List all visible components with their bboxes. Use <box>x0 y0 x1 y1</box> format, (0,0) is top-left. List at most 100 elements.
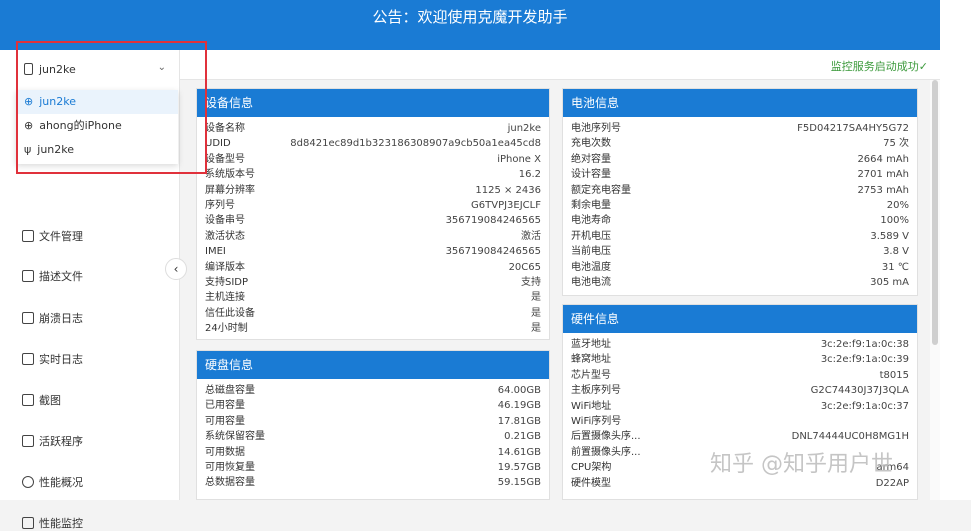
info-row: 后置摄像头序... DNL74444UC0H8MG1H <box>571 429 909 444</box>
info-row: 电池寿命 100% <box>571 213 909 228</box>
info-row: 信任此设备 是 <box>205 306 541 321</box>
info-value: 1125 × 2436 <box>475 184 541 196</box>
info-row: WiFi序列号 <box>571 414 909 429</box>
sidebar-item-label: 崩溃日志 <box>39 312 83 325</box>
device-option[interactable]: ⊕ ahong的iPhone <box>16 114 178 138</box>
sidebar-item-label: 截图 <box>39 394 61 407</box>
disk-info-panel: 硬盘信息 总磁盘容量 64.00GB 已用容量 46.19GB 可用容量 17.81GB 系… <box>196 350 550 500</box>
monitor-status: 监控服务启动成功✓ <box>830 60 928 73</box>
info-key: 总数据容量 <box>205 477 255 489</box>
collapse-sidebar-button[interactable]: ‹ <box>165 258 187 280</box>
sidebar-item-realtime-logs[interactable]: 实时日志 <box>22 351 83 367</box>
info-key: 芯片型号 <box>571 369 611 381</box>
info-value: 356719084246565 <box>445 215 541 227</box>
info-key: 编译版本 <box>205 261 245 273</box>
folder-icon <box>22 230 34 242</box>
device-option[interactable]: ⊕ jun2ke <box>16 90 178 114</box>
info-row: WiFi地址 3c:2e:f9:1a:0c:37 <box>571 399 909 414</box>
phone-icon <box>24 63 33 75</box>
chevron-down-icon[interactable]: ⌄ <box>158 62 166 73</box>
info-row: 蓝牙地址 3c:2e:f9:1a:0c:38 <box>571 337 909 352</box>
info-value: 356719084246565 <box>445 246 541 258</box>
info-key: 设备型号 <box>205 153 245 165</box>
performance-icon <box>22 476 34 488</box>
info-key: 剩余电量 <box>571 199 611 211</box>
info-key: 设备串号 <box>205 215 245 227</box>
info-value: 64.00GB <box>497 385 541 396</box>
realtime-log-icon <box>22 353 34 365</box>
info-value: 3.589 V <box>870 230 909 242</box>
announcement-banner: 公告：欢迎使用克魔开发助手 <box>0 0 940 50</box>
info-key: IMEI <box>205 246 226 258</box>
info-row: 设备型号 iPhone X <box>205 152 541 167</box>
globe-icon: ⊕ <box>24 119 34 132</box>
info-key: 设备名称 <box>205 123 245 134</box>
info-value: 20% <box>886 199 909 211</box>
info-value: 100% <box>880 215 909 227</box>
device-option[interactable]: ψ jun2ke <box>16 138 178 162</box>
info-key: 开机电压 <box>571 230 611 242</box>
info-row: 总磁盘容量 64.00GB <box>205 383 541 398</box>
announcement-text: 公告：欢迎使用克魔开发助手 <box>372 8 568 26</box>
sidebar-item-label: 活跃程序 <box>39 435 83 448</box>
info-key: 电池寿命 <box>571 215 611 227</box>
info-key: 屏幕分辨率 <box>205 184 255 196</box>
info-row: UDID 8d8421ec89d1b323186308907a9cb50a1ea4… <box>205 136 541 151</box>
globe-icon: ⊕ <box>24 95 34 108</box>
info-row: 充电次数 75 次 <box>571 136 909 151</box>
crash-log-icon <box>22 312 34 324</box>
info-value: 14.61GB <box>497 446 541 458</box>
sidebar-item-monitor[interactable]: 性能监控 <box>22 515 83 531</box>
info-row: 编译版本 20C65 <box>205 260 541 275</box>
info-value: iPhone X <box>497 153 541 165</box>
page-margin <box>940 0 971 500</box>
info-key: 蜂窝地址 <box>571 354 611 366</box>
sidebar-item-label: 实时日志 <box>39 353 83 366</box>
sidebar-item-performance[interactable]: 性能概况 <box>22 474 83 490</box>
device-info-rows: 设备名称 jun2ke UDID 8d8421ec89d1b323186308907a… <box>197 117 549 336</box>
device-select-value: jun2ke <box>39 62 76 76</box>
info-value: 16.2 <box>518 169 541 181</box>
info-value: 2664 mAh <box>857 153 909 165</box>
info-value: 0.21GB <box>504 431 541 443</box>
battery-info-rows: 电池序列号 F5D04217SA4HY5G72 充电次数 75 次绝对容量 2664 m… <box>563 117 917 290</box>
info-row: 开机电压 3.589 V <box>571 229 909 244</box>
info-key: 绝对容量 <box>571 153 611 165</box>
info-row: 电池序列号 F5D04217SA4HY5G72 <box>571 121 909 136</box>
info-value: 19.57GB <box>497 461 541 473</box>
info-value: 3c:2e:f9:1a:0c:38 <box>820 339 909 350</box>
panel-title: 设备信息 <box>197 89 549 117</box>
info-key: 激活状态 <box>205 230 245 242</box>
info-row: 激活状态 激活 <box>205 229 541 244</box>
info-row: 序列号 G6TVPJ3EJCLF <box>205 198 541 213</box>
info-key: 额定充电容量 <box>571 184 631 196</box>
panel-title: 硬件信息 <box>563 305 917 333</box>
info-row: 可用恢复量 19.57GB <box>205 460 541 475</box>
monitor-icon <box>22 517 34 529</box>
scrollbar-thumb[interactable] <box>932 80 938 345</box>
device-info-panel: 设备信息 设备名称 jun2ke UDID 8d8421ec89d1b32318630… <box>196 88 550 340</box>
info-key: 充电次数 <box>571 138 611 150</box>
battery-info-panel: 电池信息 电池序列号 F5D04217SA4HY5G72 充电次数 75 次绝对容量 2… <box>562 88 918 296</box>
info-row: 蜂窝地址 3c:2e:f9:1a:0c:39 <box>571 352 909 367</box>
main-scrollbar[interactable] <box>930 80 940 500</box>
device-dropdown: ⊕ jun2ke ⊕ ahong的iPhone ψ jun2ke <box>16 90 178 164</box>
info-value: 激活 <box>521 230 541 242</box>
sidebar-item-crash-logs[interactable]: 崩溃日志 <box>22 310 83 326</box>
info-key: 设计容量 <box>571 169 611 181</box>
device-select[interactable]: jun2ke ⌄ <box>16 56 178 82</box>
sidebar-item-profiles[interactable]: 描述文件 <box>22 268 83 284</box>
info-key: 电池序列号 <box>571 123 621 134</box>
info-value: G2C74430J37J3QLA <box>810 385 909 397</box>
info-key: WiFi地址 <box>571 400 612 412</box>
active-app-icon <box>22 435 34 447</box>
sidebar-item-active-apps[interactable]: 活跃程序 <box>22 433 83 449</box>
info-row: 支持SIDP 支持 <box>205 275 541 290</box>
sidebar-item-file-manager[interactable]: 文件管理 <box>22 228 83 244</box>
info-key: 主机连接 <box>205 292 245 304</box>
sidebar-item-screenshot[interactable]: 截图 <box>22 392 61 408</box>
info-value: 3c:2e:f9:1a:0c:37 <box>820 400 909 412</box>
info-value: 305 mA <box>870 276 909 288</box>
info-value: 20C65 <box>508 261 541 273</box>
info-key: 总磁盘容量 <box>205 385 255 396</box>
